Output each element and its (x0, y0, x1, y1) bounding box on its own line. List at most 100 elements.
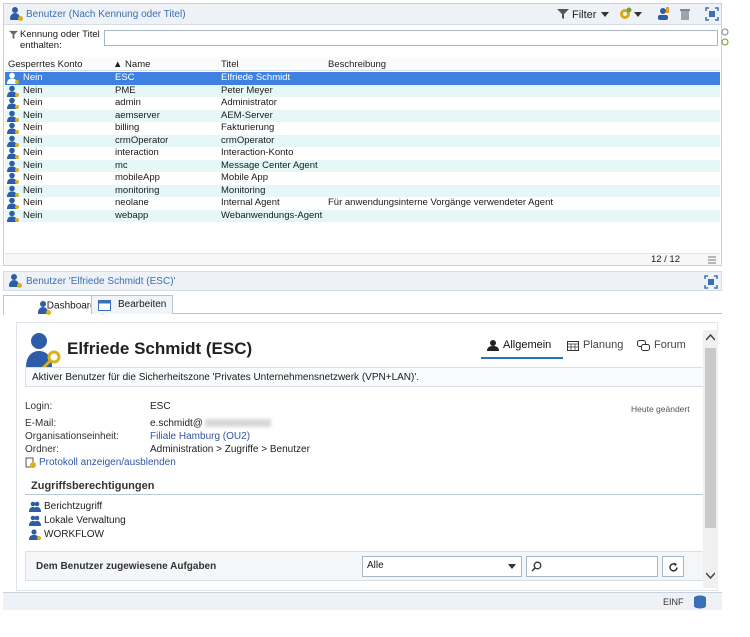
form-icon (98, 300, 111, 311)
table-row[interactable]: Nein aemserver AEM-Server (5, 109, 720, 122)
group-icon (29, 515, 41, 526)
view-tab-general-label: Allgemein (503, 339, 552, 351)
table-row[interactable]: Nein PME Peter Meyer (5, 84, 720, 97)
cell-locked: Nein (23, 122, 43, 133)
user-row-icon (7, 172, 19, 184)
filter-button[interactable]: Filter (572, 9, 596, 21)
search-clear-icon[interactable] (721, 28, 729, 36)
users-list-title: Benutzer (Nach Kennung oder Titel) (26, 9, 186, 20)
login-value: ESC (150, 401, 171, 412)
cell-locked: Nein (23, 184, 43, 196)
filter-icon[interactable] (556, 7, 570, 21)
tab-edit[interactable]: Bearbeiten (91, 295, 174, 314)
cell-title: crmOperator (221, 134, 275, 146)
maximize-icon[interactable] (704, 275, 718, 289)
search-filter-icon (9, 30, 18, 39)
users-list-panel: Benutzer (Nach Kennung oder Titel) Filte… (3, 3, 729, 266)
cell-name: PME (115, 84, 136, 96)
table-row[interactable]: Nein crmOperator crmOperator (5, 134, 720, 147)
cell-name: interaction (115, 147, 159, 158)
table-row[interactable]: Nein monitoring Monitoring (5, 184, 720, 197)
detail-scrollbar[interactable] (703, 330, 718, 588)
scroll-up-icon[interactable] (706, 334, 715, 341)
chat-icon (637, 339, 650, 351)
user-row-icon (7, 135, 19, 147)
toggle-log-link[interactable]: Protokoll anzeigen/ausblenden (25, 457, 176, 468)
window-bottom-strip (0, 612, 750, 637)
filter-dropdown-icon[interactable] (601, 10, 609, 18)
cell-name: monitoring (115, 184, 160, 196)
view-tab-planning-label: Planung (583, 339, 624, 351)
cell-title: Administrator (221, 97, 277, 108)
row-counter: 12 / 12 (650, 254, 680, 265)
cell-locked: Nein (23, 147, 43, 158)
user-row-icon (7, 160, 19, 172)
email-redacted (204, 419, 271, 428)
folder-value: Administration > Zugriffe > Benutzer (150, 444, 310, 455)
chevron-down-icon (508, 564, 516, 569)
table-row[interactable]: Nein neolane Internal Agent Für anwendungsi… (5, 197, 720, 210)
refresh-button[interactable] (662, 556, 684, 577)
search-input[interactable] (104, 30, 718, 46)
log-icon (25, 457, 36, 468)
cell-name: billing (115, 122, 140, 133)
cell-title: Interaction-Konto (221, 147, 294, 158)
view-tab-general[interactable]: Allgemein (487, 339, 551, 351)
search-refresh-icon[interactable] (721, 38, 729, 46)
org-unit-link[interactable]: Filiale Hamburg (OU2) (150, 431, 250, 442)
search-label: Kennung oder Titel enthalten: (20, 29, 100, 51)
cell-title: AEM-Server (221, 109, 273, 121)
table-row[interactable]: Nein billing Fakturierung (5, 122, 720, 135)
status-bar: EINF (3, 592, 722, 610)
scrollbar-thumb[interactable] (705, 348, 716, 528)
user-row-icon (7, 210, 19, 222)
user-icon (9, 7, 23, 21)
user-row-icon (7, 97, 19, 109)
menu-icon[interactable] (708, 256, 716, 264)
column-header-name[interactable]: ▲ Name (113, 59, 150, 70)
table-row[interactable]: Nein webapp Webanwendungs-Agent (5, 209, 720, 222)
cell-name: mc (115, 159, 128, 171)
actions-gear-icon[interactable] (618, 7, 632, 21)
user-row-icon (7, 85, 19, 97)
table-row[interactable]: Nein interaction Interaction-Konto (5, 147, 720, 160)
view-tab-forum[interactable]: Forum (637, 339, 686, 351)
assigned-tasks-title: Dem Benutzer zugewiesene Aufgaben (36, 561, 217, 572)
column-header-locked[interactable]: Gesperrtes Konto (8, 59, 82, 70)
cell-locked: Nein (23, 109, 43, 121)
cell-description: Für anwendungsinterne Vorgänge verwendet… (328, 197, 553, 208)
active-tab-indicator (481, 357, 563, 359)
security-zone-note: Aktiver Benutzer für die Sicherheitszone… (25, 367, 711, 387)
maximize-icon[interactable] (705, 7, 719, 21)
table-row[interactable]: Nein mc Message Center Agent (5, 159, 720, 172)
tasks-search-input[interactable] (526, 556, 658, 577)
user-row-icon (7, 72, 19, 84)
permissions-title: Zugriffsberechtigungen (31, 480, 155, 492)
scroll-down-icon[interactable] (706, 572, 715, 579)
actions-dropdown-icon[interactable] (634, 10, 642, 18)
person-icon (487, 339, 499, 351)
cell-name: ESC (115, 72, 135, 83)
cell-title: Fakturierung (221, 122, 275, 133)
view-tab-planning[interactable]: Planung (567, 339, 623, 351)
delete-icon[interactable] (678, 7, 692, 21)
new-user-icon[interactable] (656, 7, 670, 21)
table-row[interactable]: Nein ESC Elfriede Schmidt (5, 72, 720, 85)
tasks-filter-select[interactable]: Alle (362, 556, 522, 577)
tab-dashboard[interactable]: Dashboard (3, 295, 103, 315)
column-header-description[interactable]: Beschreibung (328, 59, 386, 70)
email-text: e.schmidt@ (150, 418, 203, 429)
calendar-icon (567, 340, 579, 351)
tab-dashboard-label: Dashboard (46, 300, 96, 312)
refresh-icon (668, 562, 678, 572)
table-row[interactable]: Nein admin Administrator (5, 97, 720, 110)
table-row[interactable]: Nein mobileApp Mobile App (5, 172, 720, 185)
table-footer: 12 / 12 (5, 253, 720, 265)
user-detail-header: Benutzer 'Elfriede Schmidt (ESC)' (3, 271, 722, 291)
column-header-title[interactable]: Titel (221, 59, 239, 70)
cell-locked: Nein (23, 97, 43, 108)
permission-label: WORKFLOW (44, 529, 104, 541)
permission-item: Berichtzugriff (29, 501, 102, 512)
cell-locked: Nein (23, 159, 43, 171)
cell-locked: Nein (23, 197, 43, 208)
